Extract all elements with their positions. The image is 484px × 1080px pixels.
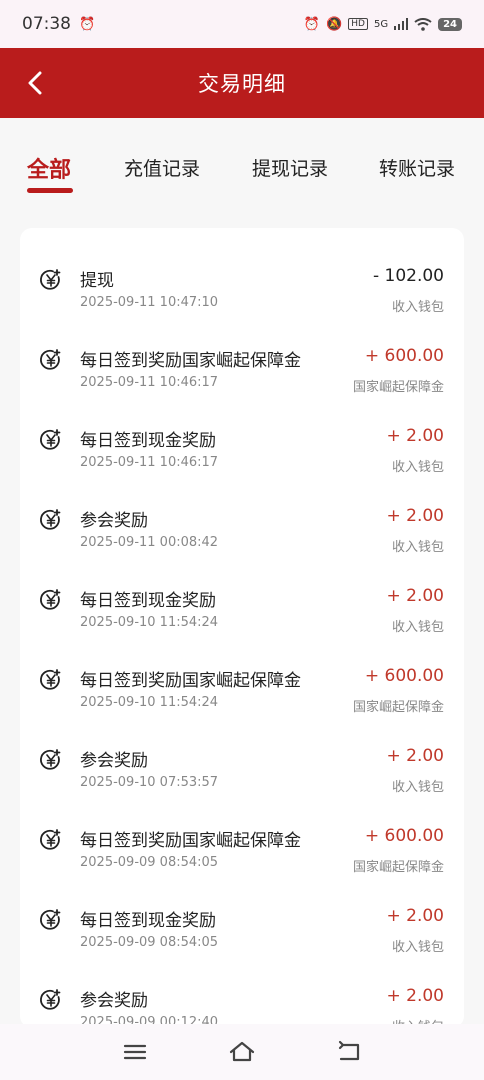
nav-home-button[interactable] bbox=[228, 1040, 256, 1064]
tab-bar: 全部 充值记录 提现记录 转账记录 bbox=[0, 118, 484, 214]
menu-icon bbox=[123, 1044, 147, 1060]
transaction-amount: + 600.00 bbox=[364, 666, 444, 686]
transaction-amount: + 600.00 bbox=[364, 346, 444, 366]
back-icon bbox=[338, 1040, 360, 1061]
transaction-wallet: 国家崛起保障金 bbox=[352, 700, 444, 715]
active-tab-indicator bbox=[27, 188, 73, 193]
battery-badge: 24 bbox=[438, 17, 462, 31]
wifi-icon bbox=[414, 17, 432, 31]
transaction-wallet: 收入钱包 bbox=[391, 940, 444, 955]
yen-coin-icon bbox=[40, 829, 61, 850]
tab-recharge[interactable]: 充值记录 bbox=[124, 154, 200, 181]
transaction-wallet: 收入钱包 bbox=[391, 620, 444, 635]
transaction-amount: + 2.00 bbox=[386, 586, 445, 606]
hd-badge: HD bbox=[348, 18, 368, 30]
transaction-row[interactable]: 参会奖励 2025-09-11 00:08:42 + 2.00 收入钱包 bbox=[20, 498, 464, 558]
transaction-name: 每日签到现金奖励 bbox=[80, 591, 216, 611]
transaction-amount: + 2.00 bbox=[386, 986, 445, 1006]
transaction-name: 每日签到现金奖励 bbox=[80, 911, 216, 931]
nav-menu-button[interactable] bbox=[121, 1040, 149, 1064]
alarm-icon: ⏰ bbox=[303, 16, 321, 32]
yen-coin-icon bbox=[40, 509, 61, 530]
tab-withdraw[interactable]: 提现记录 bbox=[252, 154, 328, 181]
transaction-time: 2025-09-09 08:54:05 bbox=[80, 935, 219, 950]
transaction-wallet: 收入钱包 bbox=[391, 300, 444, 315]
status-bar: 07:38 ⏰ ⏰ 🔕 HD 5G 24 bbox=[0, 0, 484, 48]
transaction-name: 每日签到奖励国家崛起保障金 bbox=[80, 671, 301, 691]
transaction-wallet: 国家崛起保障金 bbox=[352, 380, 444, 395]
transaction-wallet: 国家崛起保障金 bbox=[352, 860, 444, 875]
yen-coin-icon bbox=[40, 269, 61, 290]
home-icon bbox=[229, 1041, 255, 1062]
transaction-time: 2025-09-11 00:08:42 bbox=[80, 535, 219, 550]
transaction-wallet: 收入钱包 bbox=[391, 460, 444, 475]
transaction-wallet: 收入钱包 bbox=[391, 780, 444, 795]
transaction-wallet: 收入钱包 bbox=[391, 540, 444, 555]
transaction-amount: + 600.00 bbox=[364, 826, 444, 846]
yen-coin-icon bbox=[40, 589, 61, 610]
app-header: 交易明细 bbox=[0, 48, 484, 118]
transaction-row[interactable]: 每日签到奖励国家崛起保障金 2025-09-10 11:54:24 + 600.… bbox=[20, 658, 464, 718]
mute-icon: 🔕 bbox=[326, 16, 343, 32]
yen-coin-icon bbox=[40, 909, 61, 930]
transaction-list: 提现 2025-09-11 10:47:10 - 102.00 收入钱包 每日签… bbox=[20, 228, 464, 1028]
transaction-name: 每日签到奖励国家崛起保障金 bbox=[80, 831, 301, 851]
transaction-row[interactable]: 参会奖励 2025-09-10 07:53:57 + 2.00 收入钱包 bbox=[20, 738, 464, 798]
transaction-time: 2025-09-11 10:46:17 bbox=[80, 375, 219, 390]
transaction-time: 2025-09-11 10:47:10 bbox=[80, 295, 219, 310]
transaction-name: 参会奖励 bbox=[80, 991, 148, 1011]
transaction-row[interactable]: 每日签到现金奖励 2025-09-09 08:54:05 + 2.00 收入钱包 bbox=[20, 898, 464, 958]
yen-coin-icon bbox=[40, 669, 61, 690]
yen-coin-icon bbox=[40, 349, 61, 370]
transaction-amount: + 2.00 bbox=[386, 746, 445, 766]
chevron-left-icon bbox=[28, 71, 42, 95]
yen-coin-icon bbox=[40, 429, 61, 450]
transaction-time: 2025-09-09 08:54:05 bbox=[80, 855, 219, 870]
yen-coin-icon bbox=[40, 749, 61, 770]
transaction-name: 参会奖励 bbox=[80, 751, 148, 771]
transaction-row[interactable]: 每日签到现金奖励 2025-09-11 10:46:17 + 2.00 收入钱包 bbox=[20, 418, 464, 478]
signal-icon bbox=[394, 18, 409, 30]
transaction-time: 2025-09-10 11:54:24 bbox=[80, 695, 219, 710]
transaction-row[interactable]: 提现 2025-09-11 10:47:10 - 102.00 收入钱包 bbox=[20, 258, 464, 318]
transaction-name: 每日签到现金奖励 bbox=[80, 431, 216, 451]
transaction-name: 参会奖励 bbox=[80, 511, 148, 531]
transaction-amount: + 2.00 bbox=[386, 426, 445, 446]
tab-transfer[interactable]: 转账记录 bbox=[379, 154, 455, 181]
transaction-row[interactable]: 每日签到现金奖励 2025-09-10 11:54:24 + 2.00 收入钱包 bbox=[20, 578, 464, 638]
transaction-row[interactable]: 参会奖励 2025-09-09 00:12:40 + 2.00 收入钱包 bbox=[20, 978, 464, 1028]
page-title: 交易明细 bbox=[198, 72, 286, 96]
transaction-time: 2025-09-11 10:46:17 bbox=[80, 455, 219, 470]
back-button[interactable] bbox=[18, 66, 52, 100]
system-nav-bar bbox=[0, 1024, 484, 1080]
network-label: 5G bbox=[373, 18, 389, 30]
alarm-icon: ⏰ bbox=[79, 16, 96, 32]
transaction-amount: + 2.00 bbox=[386, 506, 445, 526]
transaction-time: 2025-09-10 07:53:57 bbox=[80, 775, 219, 790]
nav-back-button[interactable] bbox=[336, 1040, 364, 1064]
status-time: 07:38 bbox=[22, 14, 71, 34]
transaction-amount: - 102.00 bbox=[372, 266, 444, 286]
transaction-amount: + 2.00 bbox=[386, 906, 445, 926]
transaction-row[interactable]: 每日签到奖励国家崛起保障金 2025-09-11 10:46:17 + 600.… bbox=[20, 338, 464, 398]
yen-coin-icon bbox=[40, 989, 61, 1010]
transaction-row[interactable]: 每日签到奖励国家崛起保障金 2025-09-09 08:54:05 + 600.… bbox=[20, 818, 464, 878]
transaction-time: 2025-09-10 11:54:24 bbox=[80, 615, 219, 630]
tab-all[interactable]: 全部 bbox=[27, 152, 71, 184]
transaction-name: 每日签到奖励国家崛起保障金 bbox=[80, 351, 301, 371]
transaction-name: 提现 bbox=[80, 271, 114, 291]
